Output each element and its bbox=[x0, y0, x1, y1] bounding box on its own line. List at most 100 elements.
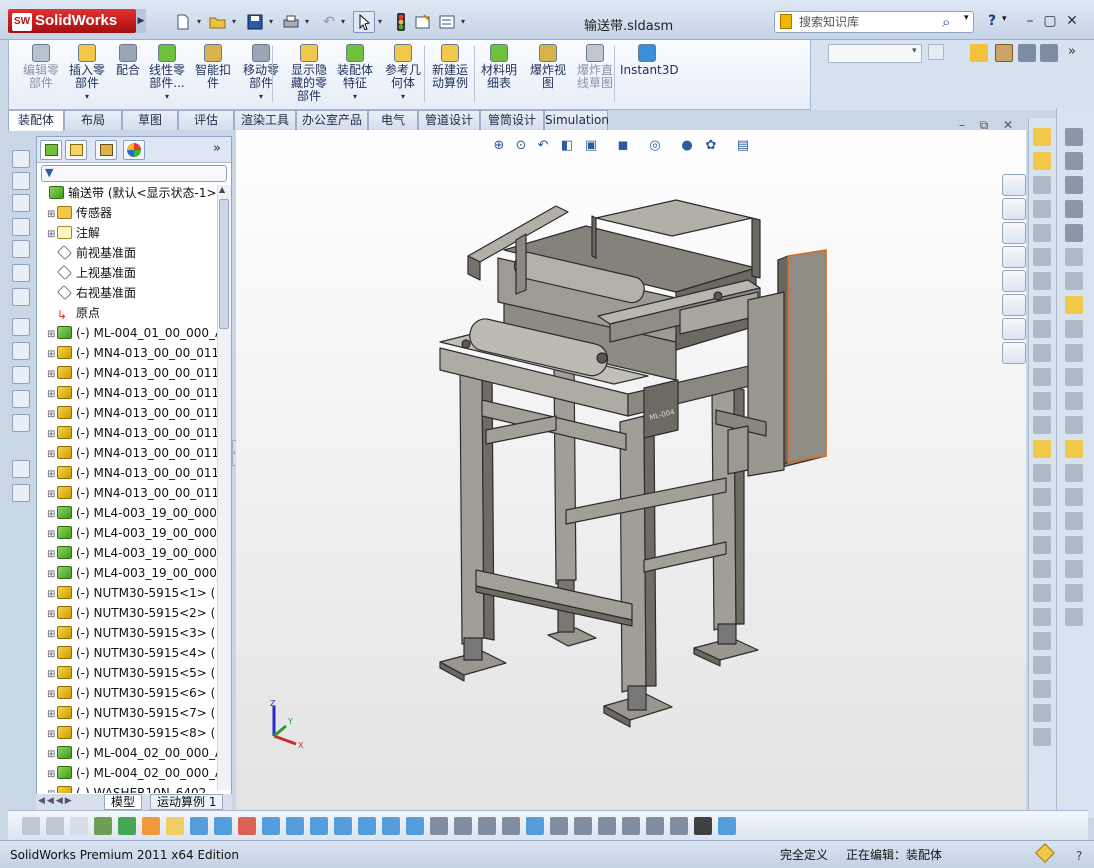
right-tool-icon[interactable] bbox=[1033, 248, 1051, 266]
cmd-reference-geometry-button[interactable]: 参考几 何体 ▾ bbox=[382, 44, 424, 108]
hide-show-items-icon[interactable]: ◎ bbox=[646, 137, 664, 155]
bottom-tool-icon[interactable] bbox=[262, 817, 280, 835]
right-tool-icon[interactable] bbox=[1033, 608, 1051, 626]
right-tool-icon[interactable] bbox=[1065, 200, 1083, 218]
bottom-tool-icon[interactable] bbox=[22, 817, 40, 835]
tree-item[interactable]: ⊞ (-) ML-004_02_00_000_A bbox=[47, 763, 217, 783]
tree-item[interactable]: ⊞ (-) ML4-003_19_00_000_ bbox=[47, 543, 217, 563]
right-tool-icon[interactable] bbox=[1065, 128, 1083, 146]
expand-icon[interactable]: ⊞ bbox=[47, 225, 57, 243]
viewport-close-icon[interactable]: ✕ bbox=[1000, 118, 1016, 132]
solidworks-resources-icon[interactable] bbox=[1002, 174, 1026, 196]
expand-icon[interactable]: ⊞ bbox=[47, 405, 57, 423]
more-tools-icon[interactable]: » bbox=[1068, 44, 1076, 59]
bottom-tool-icon[interactable] bbox=[118, 817, 136, 835]
bottom-tool-icon[interactable] bbox=[430, 817, 448, 835]
tab-model[interactable]: 模型 bbox=[104, 794, 143, 810]
help-button[interactable]: ? bbox=[982, 12, 1002, 30]
undo-dropdown-icon[interactable]: ▾ bbox=[339, 11, 347, 33]
tree-item[interactable]: ⊞ (-) NUTM30-5915<4> ( bbox=[47, 643, 217, 663]
expand-icon[interactable]: ⊞ bbox=[47, 685, 57, 703]
right-tool-icon[interactable] bbox=[1033, 680, 1051, 698]
expand-icon[interactable]: ⊞ bbox=[47, 365, 57, 383]
zoom-area-icon[interactable]: ⊙ bbox=[512, 137, 530, 155]
right-tool-icon[interactable] bbox=[1065, 176, 1083, 194]
right-tool-icon[interactable] bbox=[1033, 440, 1051, 458]
save-dropdown-icon[interactable]: ▾ bbox=[267, 11, 275, 33]
print-dropdown-icon[interactable]: ▾ bbox=[303, 11, 311, 33]
tab-3[interactable]: 评估 bbox=[178, 110, 234, 130]
solidworks-forum-icon[interactable] bbox=[1002, 318, 1026, 340]
undo-icon[interactable]: ↶ bbox=[318, 11, 340, 33]
expand-icon[interactable]: ⊞ bbox=[47, 465, 57, 483]
tree-item[interactable]: ⊞ (-) MN4-013_00_00_011 bbox=[47, 343, 217, 363]
bottom-tool-icon[interactable] bbox=[598, 817, 616, 835]
right-tool-icon[interactable] bbox=[1033, 368, 1051, 386]
expand-icon[interactable]: ⊞ bbox=[47, 625, 57, 643]
configuration-combo[interactable] bbox=[828, 44, 922, 63]
tab-4[interactable]: 渲染工具 bbox=[234, 110, 296, 130]
cmd-show-hidden-button[interactable]: 显示隐 藏的零 部件 bbox=[288, 44, 330, 108]
smart-mate-icon[interactable] bbox=[1018, 44, 1036, 62]
bottom-tool-icon[interactable] bbox=[718, 817, 736, 835]
tree-item[interactable]: ↳ 原点 bbox=[47, 303, 217, 323]
right-tool-icon[interactable] bbox=[1033, 656, 1051, 674]
tree-item[interactable]: ⊞ (-) MN4-013_00_00_011 bbox=[47, 483, 217, 503]
right-tool-icon[interactable] bbox=[1065, 272, 1083, 290]
right-tool-icon[interactable] bbox=[1065, 416, 1083, 434]
tree-item[interactable]: ⊞ (-) ML-004_02_00_000_A bbox=[47, 743, 217, 763]
right-tool-icon[interactable] bbox=[1033, 272, 1051, 290]
tree-item[interactable]: ⊞ (-) ML4-003_19_00_000_ bbox=[47, 523, 217, 543]
cmd-mate-button[interactable]: 配合 bbox=[114, 44, 142, 108]
expand-icon[interactable]: ⊞ bbox=[47, 645, 57, 663]
cmd-instant3d-button[interactable]: Instant3D bbox=[620, 44, 679, 108]
left-strip-tool-icon[interactable] bbox=[12, 414, 30, 432]
expand-icon[interactable]: ⊞ bbox=[47, 385, 57, 403]
left-strip-tool-icon[interactable] bbox=[12, 264, 30, 282]
right-tool-icon[interactable] bbox=[1065, 488, 1083, 506]
expand-icon[interactable]: ⊞ bbox=[47, 525, 57, 543]
right-tool-icon[interactable] bbox=[1033, 704, 1051, 722]
bottom-tool-icon[interactable] bbox=[166, 817, 184, 835]
display-manager-tab-icon[interactable] bbox=[123, 140, 145, 160]
left-strip-tool-icon[interactable] bbox=[12, 342, 30, 360]
open-dropdown-icon[interactable]: ▾ bbox=[230, 11, 238, 33]
open-folder-icon[interactable] bbox=[207, 11, 229, 33]
left-strip-tool-icon[interactable] bbox=[12, 150, 30, 168]
bottom-tool-icon[interactable] bbox=[502, 817, 520, 835]
bottom-tool-icon[interactable] bbox=[550, 817, 568, 835]
right-tool-icon[interactable] bbox=[1033, 128, 1051, 146]
tree-item[interactable]: ⊞ (-) NUTM30-5915<1> ( bbox=[47, 583, 217, 603]
right-tool-icon[interactable] bbox=[1033, 728, 1051, 746]
tree-item[interactable]: 上视基准面 bbox=[47, 263, 217, 283]
tree-item[interactable]: ⊞ (-) NUTM30-5915<8> ( bbox=[47, 723, 217, 743]
bottom-tool-icon[interactable] bbox=[238, 817, 256, 835]
select-icon[interactable] bbox=[353, 11, 375, 33]
cmd-assembly-features-button[interactable]: 装配体 特征 ▾ bbox=[334, 44, 376, 108]
graphics-viewport[interactable]: ML-004 bbox=[236, 130, 1026, 810]
search-dropdown-icon[interactable]: ▾ bbox=[964, 13, 969, 23]
tree-item[interactable]: ⊞ 注解 bbox=[47, 223, 217, 243]
cmd-edit-component-button[interactable]: 编辑零 部件 bbox=[20, 44, 62, 108]
cmd-move-component-button[interactable]: 移动零 部件 ▾ bbox=[238, 44, 284, 108]
left-strip-tool-icon[interactable] bbox=[12, 240, 30, 258]
expand-icon[interactable]: ⊞ bbox=[47, 425, 57, 443]
tab-1[interactable]: 布局 bbox=[64, 110, 122, 130]
expand-icon[interactable]: ⊞ bbox=[47, 765, 57, 783]
bottom-tool-icon[interactable] bbox=[382, 817, 400, 835]
right-tool-icon[interactable] bbox=[1065, 296, 1083, 314]
view-palette-icon[interactable] bbox=[1002, 246, 1026, 268]
mechanical-mate-icon[interactable] bbox=[1040, 44, 1058, 62]
expand-icon[interactable]: ⊞ bbox=[47, 585, 57, 603]
tree-item[interactable]: ⊞ (-) MN4-013_00_00_011 bbox=[47, 363, 217, 383]
viewport-restore-icon[interactable]: ⧉ bbox=[976, 118, 992, 132]
right-tool-icon[interactable] bbox=[1033, 320, 1051, 338]
right-tool-icon[interactable] bbox=[1065, 464, 1083, 482]
tree-item[interactable]: ⊞ (-) NUTM30-5915<2> ( bbox=[47, 603, 217, 623]
bottom-tool-icon[interactable] bbox=[286, 817, 304, 835]
combo-dropdown-icon[interactable]: ▾ bbox=[912, 46, 917, 56]
right-tool-icon[interactable] bbox=[1065, 248, 1083, 266]
cmd-exploded-view-button[interactable]: 爆炸视图 bbox=[528, 44, 568, 108]
right-tool-icon[interactable] bbox=[1065, 344, 1083, 362]
search-icon[interactable]: ⌕ bbox=[942, 13, 950, 31]
